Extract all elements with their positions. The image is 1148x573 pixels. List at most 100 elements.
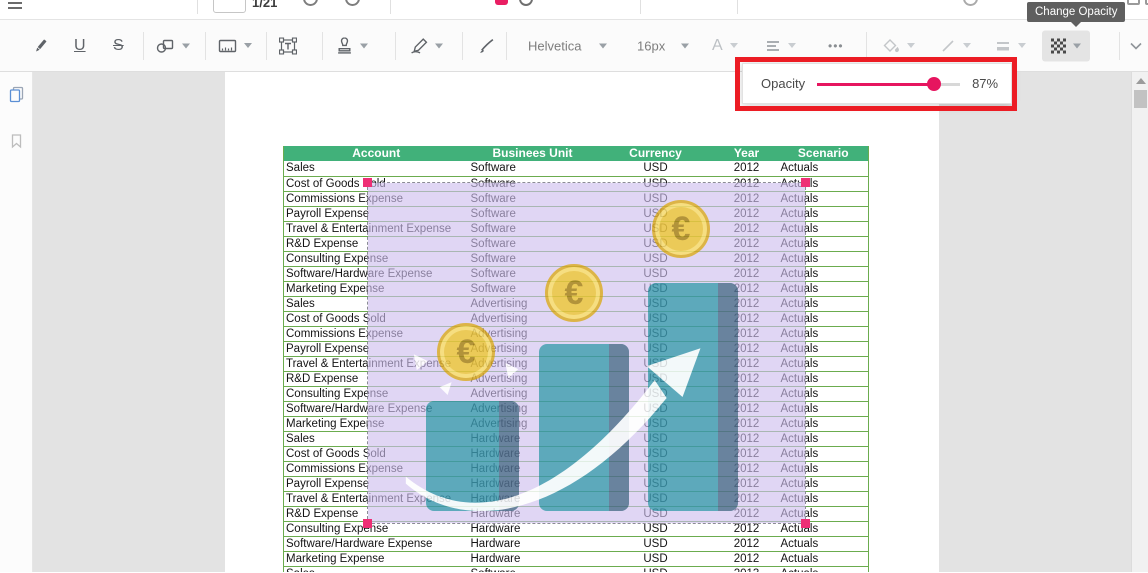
growth-arrow-icon xyxy=(368,183,805,523)
divider xyxy=(506,32,507,60)
euro-coin-icon: € xyxy=(652,200,710,258)
resize-handle-bottom-left[interactable] xyxy=(363,519,372,528)
chevron-down-icon xyxy=(1018,43,1026,48)
euro-coin-icon: € xyxy=(437,323,495,381)
chevron-down-icon xyxy=(182,43,190,48)
scroll-up-arrow-icon[interactable] xyxy=(1136,78,1146,84)
scrollbar-thumb[interactable] xyxy=(1134,90,1147,108)
column-header: Account xyxy=(284,146,469,161)
chevron-down-icon xyxy=(599,43,607,48)
table-row: Software/Hardware ExpenseHardwareUSD2012… xyxy=(284,536,869,551)
table-cell: USD xyxy=(597,566,715,572)
divider xyxy=(1119,32,1120,60)
column-header: Scenario xyxy=(779,146,869,161)
chevron-down-icon xyxy=(907,43,915,48)
fill-color-button[interactable] xyxy=(882,38,915,54)
column-header: Currency xyxy=(597,146,715,161)
table-cell: Actuals xyxy=(779,536,869,551)
vertical-scrollbar[interactable] xyxy=(1131,72,1148,572)
collapse-toolbar-button[interactable] xyxy=(1128,40,1144,52)
page-thumbnails-icon[interactable] xyxy=(8,86,26,108)
app-icon[interactable] xyxy=(1127,0,1140,5)
top-menubar-clipped: 1/21 xyxy=(0,0,1148,20)
more-options-button[interactable]: ••• xyxy=(828,39,844,53)
slider-fill xyxy=(817,83,934,86)
font-color-button[interactable]: A xyxy=(712,37,738,55)
slider-handle[interactable] xyxy=(927,77,941,91)
strikethrough-button[interactable]: S xyxy=(113,37,124,55)
page-indicator: 1/21 xyxy=(252,0,277,13)
text-box-button[interactable] xyxy=(279,37,297,54)
growth-chart-image: € € € xyxy=(368,183,805,523)
resize-handle-top-right[interactable] xyxy=(801,178,810,187)
shapes-button[interactable] xyxy=(156,37,190,54)
divider xyxy=(640,0,641,14)
table-row: Marketing ExpenseHardwareUSD2012Actuals xyxy=(284,551,869,566)
page-number-input[interactable] xyxy=(213,0,246,13)
chevron-down-icon xyxy=(963,43,971,48)
change-opacity-tooltip: Change Opacity xyxy=(1027,2,1125,22)
table-cell: 2012 xyxy=(715,536,779,551)
chevron-down-icon xyxy=(730,43,738,48)
signature-button[interactable] xyxy=(410,37,443,54)
font-family-select[interactable]: Helvetica xyxy=(528,38,607,53)
line-style-button[interactable] xyxy=(940,38,971,54)
chevron-down-icon xyxy=(788,43,796,48)
brush-button[interactable] xyxy=(478,37,495,54)
divider xyxy=(205,32,206,60)
table-cell: 2013 xyxy=(715,566,779,572)
table-cell: USD xyxy=(597,536,715,551)
divider xyxy=(395,32,396,60)
table-cell: Sales xyxy=(284,566,469,572)
chevron-down-icon xyxy=(1073,43,1081,48)
line-width-button[interactable] xyxy=(995,39,1026,53)
resize-handle-top-left[interactable] xyxy=(363,178,372,187)
euro-coin-icon: € xyxy=(545,264,603,322)
divider xyxy=(143,32,144,60)
chevron-down-icon xyxy=(360,43,368,48)
table-cell: Hardware xyxy=(469,551,597,566)
divider xyxy=(266,32,267,60)
table-cell: 2012 xyxy=(715,551,779,566)
zoom-in-icon[interactable] xyxy=(345,0,360,6)
alignment-button[interactable] xyxy=(765,39,796,53)
column-header: Businees Unit xyxy=(469,146,597,161)
menu-icon[interactable] xyxy=(8,0,22,9)
selected-image[interactable]: € € € xyxy=(367,182,806,524)
chevron-down-icon xyxy=(681,43,689,48)
opacity-slider[interactable] xyxy=(817,77,960,91)
table-cell: Marketing Expense xyxy=(284,551,469,566)
divider xyxy=(737,0,738,14)
bookmarks-icon[interactable] xyxy=(8,133,25,154)
tool-icon-pink[interactable] xyxy=(495,0,508,5)
table-cell: 2012 xyxy=(715,161,779,176)
divider xyxy=(866,32,867,60)
pdf-page: Account Businees Unit Currency Year Scen… xyxy=(225,72,939,572)
tool-icon-gray[interactable] xyxy=(519,0,533,6)
document-canvas[interactable]: Account Businees Unit Currency Year Scen… xyxy=(33,72,1131,572)
insert-image-button[interactable] xyxy=(218,38,252,54)
table-cell: USD xyxy=(597,161,715,176)
resize-handle-bottom-right[interactable] xyxy=(801,519,810,528)
table-cell: Software xyxy=(469,161,597,176)
underline-button[interactable]: U xyxy=(74,37,86,55)
opacity-label: Opacity xyxy=(761,76,805,91)
zoom-out-icon[interactable] xyxy=(303,0,318,6)
table-cell: Actuals xyxy=(779,566,869,572)
font-size-select[interactable]: 16px xyxy=(637,38,689,53)
chevron-down-icon xyxy=(435,43,443,48)
divider xyxy=(390,0,391,14)
opacity-value: 87% xyxy=(972,76,998,91)
column-header: Year xyxy=(715,146,779,161)
pencil-tool-button[interactable] xyxy=(32,37,49,54)
table-cell: Hardware xyxy=(469,536,597,551)
app-icon[interactable] xyxy=(963,0,978,6)
table-cell: Actuals xyxy=(779,551,869,566)
opacity-popup: Opacity 87% xyxy=(742,63,1012,104)
table-cell: USD xyxy=(597,551,715,566)
divider xyxy=(197,0,198,14)
opacity-button[interactable] xyxy=(1042,30,1090,61)
left-sidebar xyxy=(0,72,33,572)
stamp-button[interactable] xyxy=(336,37,368,54)
divider xyxy=(322,32,323,60)
